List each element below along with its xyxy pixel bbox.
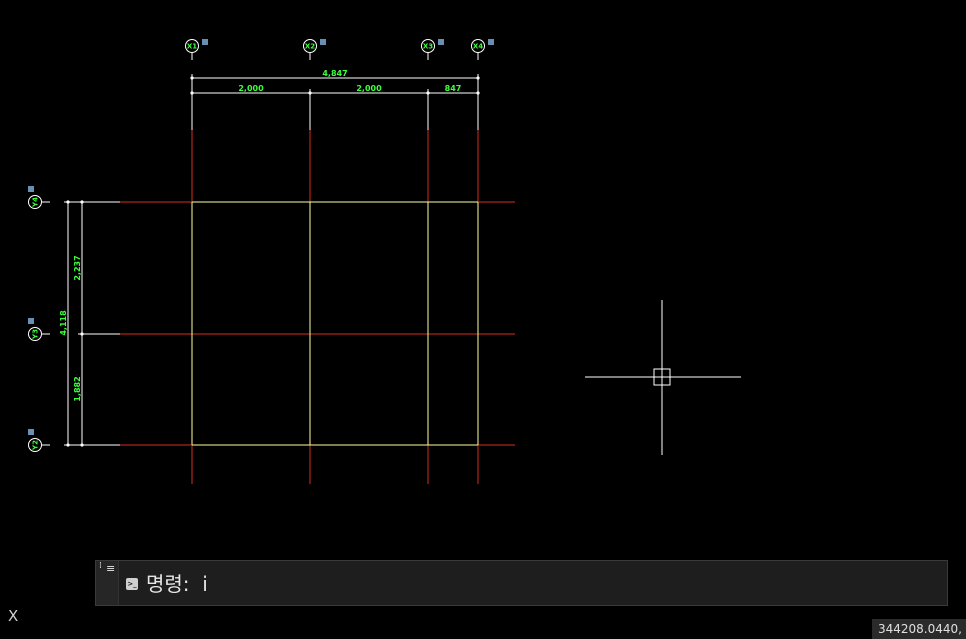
dimension-text-overall: 4,847 [322,69,347,78]
dimension-text-segment: 2,000 [356,84,382,93]
grid-bubble-tag [28,318,34,324]
cad-application: 4,847 2,000 2,000 847 4,118 2,237 1,882 … [0,0,966,639]
grid-bubble-x3[interactable]: X3 [421,39,445,60]
grid-bubble-x2[interactable]: X2 [303,39,327,60]
grid-bubble-tag [28,186,34,192]
grid-bubble-y2[interactable]: Y2 [28,429,50,452]
grid-bubble-x1[interactable]: X1 [185,39,209,60]
left-dimensions [64,201,120,446]
dimension-text-overall: 4,118 [59,310,68,336]
grid-bubble-label: Y3 [32,329,40,340]
grid-bubble-label: Y4 [32,197,40,208]
drawing-canvas[interactable]: 4,847 2,000 2,000 847 4,118 2,237 1,882 … [0,0,966,555]
grid-bubble-tag [202,39,208,45]
command-line[interactable]: ⁞ ≡ >_ 명령: i [95,560,948,606]
grid-bubble-x4[interactable]: X4 [471,39,495,60]
grid-bubble-label: X2 [305,43,315,51]
crosshair-cursor [585,300,741,455]
grid-bubble-tag [28,429,34,435]
ucs-x-axis-label: X [8,607,19,625]
wall-lines [191,201,479,446]
menu-icon[interactable]: ≡ [106,563,115,574]
dimension-text-segment: 2,237 [73,255,82,280]
dimension-text-segment: 2,000 [238,84,264,93]
coordinate-readout[interactable]: 344208.0440, [872,619,966,639]
dimension-text-segment: 847 [445,84,462,93]
grid-bubble-label: Y2 [32,440,40,451]
grid-bubble-tag [320,39,326,45]
grid-bubble-y3[interactable]: Y3 [28,318,50,341]
top-dimension-ticks [190,76,480,95]
command-line-handle[interactable]: ⁞ ≡ [96,561,119,605]
grid-bubble-label: X1 [187,43,197,51]
command-input[interactable]: 명령: i [146,572,208,596]
top-dimensions [191,74,479,130]
grid-lines-vertical [191,130,479,484]
command-prompt-icon[interactable]: >_ [126,578,138,590]
grid-bubble-label: X4 [473,43,483,51]
grid-bubble-tag [438,39,444,45]
grid-bubble-y4[interactable]: Y4 [28,186,50,209]
dimension-text-segment: 1,882 [73,376,82,401]
left-dimension-ticks [66,200,84,447]
grid-bubble-tag [488,39,494,45]
grip-dots-icon[interactable]: ⁞ [99,562,102,575]
grid-lines-horizontal [120,201,515,446]
grid-bubble-label: X3 [423,43,433,51]
